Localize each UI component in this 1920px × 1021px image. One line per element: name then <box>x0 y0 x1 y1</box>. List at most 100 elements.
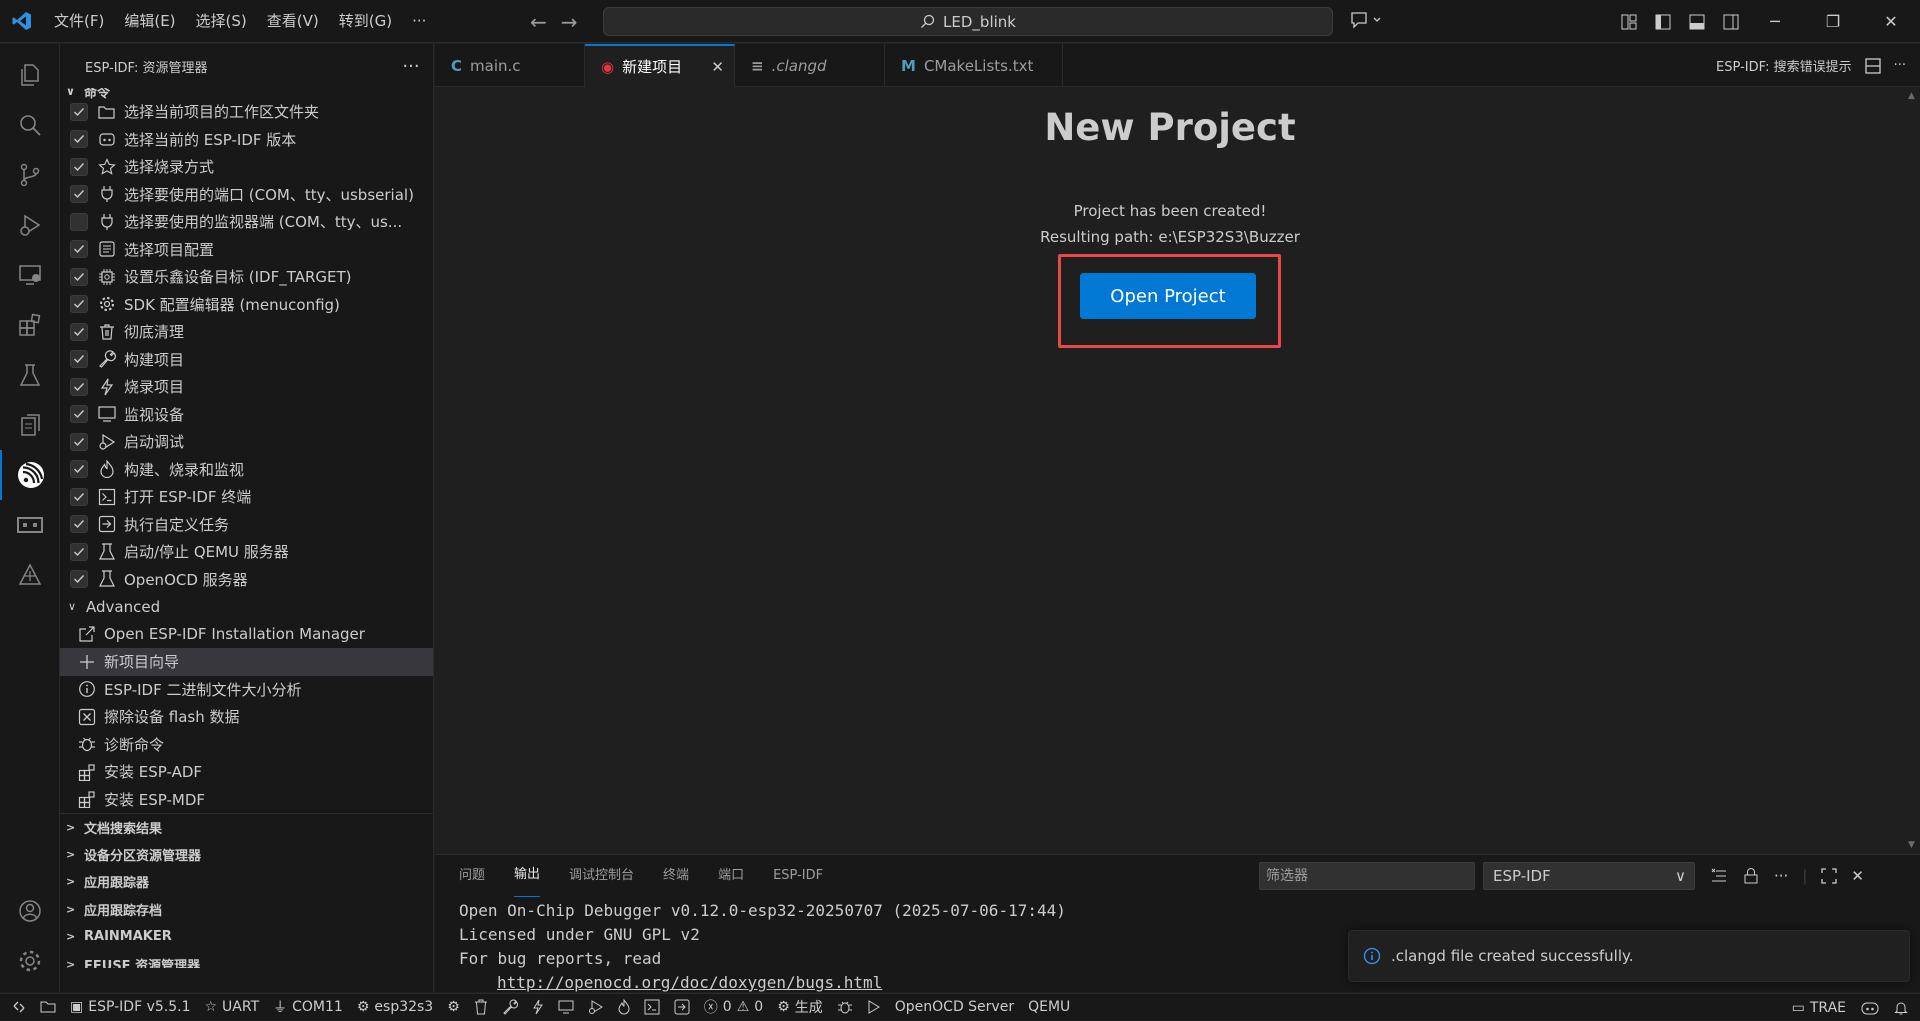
more-actions-icon[interactable]: ··· <box>1894 58 1906 73</box>
checkbox-checked-icon[interactable] <box>70 487 88 506</box>
command-item[interactable]: 选择当前的 ESP-IDF 版本 <box>60 126 433 154</box>
close-tab-icon[interactable]: ✕ <box>711 58 724 76</box>
debug-icon[interactable] <box>581 994 611 1021</box>
copilot-icon[interactable] <box>1853 994 1887 1021</box>
explorer-icon[interactable] <box>0 50 60 100</box>
collapsed-section[interactable]: > 文档搜索结果 <box>60 813 433 841</box>
lock-scroll-icon[interactable] <box>1742 867 1760 885</box>
more-actions-icon[interactable]: ··· <box>1774 867 1788 885</box>
command-item[interactable]: 选择当前项目的工作区文件夹 <box>60 98 433 126</box>
checkbox-checked-icon[interactable] <box>70 350 88 369</box>
manage-gear-icon[interactable] <box>0 936 60 986</box>
advanced-item[interactable]: 安装 ESP-MDF <box>60 786 433 814</box>
checkbox-checked-icon[interactable] <box>70 267 88 286</box>
section-commands[interactable]: ∨ 命令 <box>60 88 433 101</box>
forward-arrow-icon[interactable]: → <box>561 10 578 34</box>
toggle-panel-icon[interactable] <box>1688 13 1706 31</box>
minimize-icon[interactable]: ─ <box>1746 12 1804 31</box>
command-item[interactable]: 打开 ESP-IDF 终端 <box>60 483 433 511</box>
more-actions-icon[interactable]: ··· <box>389 56 433 77</box>
checkbox-checked-icon[interactable] <box>70 515 88 534</box>
command-item[interactable]: 烧录项目 <box>60 373 433 401</box>
open-project-button[interactable]: Open Project <box>1080 273 1256 319</box>
menu-file[interactable]: 文件(F) <box>44 0 114 43</box>
build-wrench-icon[interactable] <box>495 994 525 1021</box>
menu-edit[interactable]: 编辑(E) <box>114 0 185 43</box>
close-panel-icon[interactable]: ✕ <box>1851 867 1864 885</box>
chat-icon[interactable] <box>1350 10 1384 30</box>
collapsed-section[interactable]: > RAINMAKER <box>60 923 433 951</box>
tab-debug-console[interactable]: 调试控制台 <box>569 855 634 897</box>
checkbox-checked-icon[interactable] <box>70 185 88 204</box>
command-item[interactable]: 执行自定义任务 <box>60 511 433 539</box>
checkbox-checked-icon[interactable] <box>70 377 88 396</box>
checkbox-checked-icon[interactable] <box>70 542 88 561</box>
command-item[interactable]: 选择要使用的端口 (COM、tty、usbserial) <box>60 181 433 209</box>
extensions-view-icon[interactable] <box>0 300 60 350</box>
bug-icon[interactable] <box>830 994 860 1021</box>
status-target[interactable]: ⚙ esp32s3 <box>350 994 440 1021</box>
tab-output[interactable]: 输出 <box>514 855 541 897</box>
status-port[interactable]: ⏚ COM11 <box>266 994 350 1021</box>
ai-assistant-icon[interactable] <box>0 550 60 600</box>
command-item[interactable]: 启动调试 <box>60 428 433 456</box>
advanced-item[interactable]: 安装 ESP-ADF <box>60 758 433 786</box>
editor-scrollbar[interactable]: ▲ ▼ <box>1905 88 1920 853</box>
checkbox-checked-icon[interactable] <box>70 432 88 451</box>
advanced-item[interactable]: 擦除设备 flash 数据 <box>60 703 433 731</box>
run-icon[interactable] <box>860 994 888 1021</box>
toggle-primary-sidebar-icon[interactable] <box>1654 13 1672 31</box>
sdk-config-gear-icon[interactable]: ⚙ <box>440 994 467 1021</box>
run-debug-icon[interactable] <box>0 200 60 250</box>
workspace-folder-icon[interactable] <box>33 994 63 1021</box>
esp-idf-explorer-icon[interactable] <box>0 450 60 500</box>
maximize-panel-icon[interactable] <box>1821 868 1838 884</box>
command-item[interactable]: 选择烧录方式 <box>60 153 433 181</box>
notifications-bell-icon[interactable] <box>1887 994 1920 1021</box>
menu-more[interactable]: ··· <box>402 0 436 43</box>
problems-indicator[interactable]: ⓧ 0 ⚠ 0 <box>697 994 770 1021</box>
collapsed-section[interactable]: > 应用跟踪存档 <box>60 896 433 924</box>
checkbox-checked-icon[interactable] <box>70 157 88 176</box>
collapsed-section[interactable]: > EFUSE 资源管理器 <box>60 951 433 968</box>
split-editor-icon[interactable] <box>1864 57 1882 75</box>
tab-problems[interactable]: 问题 <box>459 855 485 897</box>
menu-selection[interactable]: 选择(S) <box>186 0 257 43</box>
advanced-item[interactable]: ESP-IDF 二进制文件大小分析 <box>60 676 433 704</box>
bug-report-link[interactable]: http://openocd.org/doc/doxygen/bugs.html <box>497 973 882 992</box>
checkbox-checked-icon[interactable] <box>70 240 88 259</box>
command-item[interactable]: SDK 配置编辑器 (menuconfig) <box>60 291 433 319</box>
tab-esp-idf[interactable]: ESP-IDF <box>773 855 823 897</box>
menu-go[interactable]: 转到(G) <box>329 0 402 43</box>
tab-terminal[interactable]: 终端 <box>663 855 689 897</box>
tab-new-project[interactable]: ◉ 新建项目 ✕ <box>585 44 735 87</box>
account-icon[interactable] <box>0 886 60 936</box>
output-filter-input[interactable]: 筛选器 <box>1259 862 1475 890</box>
device-board-icon[interactable] <box>0 500 60 550</box>
clipboard-tasks-icon[interactable] <box>0 400 60 450</box>
status-openocd[interactable]: OpenOCD Server <box>888 994 1021 1021</box>
testing-beaker-icon[interactable] <box>0 350 60 400</box>
toggle-secondary-sidebar-icon[interactable] <box>1722 13 1740 31</box>
command-item[interactable]: 选择项目配置 <box>60 236 433 264</box>
search-error-hint-button[interactable]: ESP-IDF: 搜索错误提示 <box>1716 56 1852 75</box>
checkbox-checked-icon[interactable] <box>70 295 88 314</box>
checkbox-checked-icon[interactable] <box>70 102 88 121</box>
checkbox-checked-icon[interactable] <box>70 460 88 479</box>
tab-clangd[interactable]: ≡ .clangd <box>735 44 885 87</box>
status-trae[interactable]: ▭ TRAE <box>1785 994 1853 1021</box>
command-item[interactable]: 构建、烧录和监视 <box>60 456 433 484</box>
advanced-item[interactable]: 新项目向导 <box>60 648 433 676</box>
command-item[interactable]: 设置乐鑫设备目标 (IDF_TARGET) <box>60 263 433 291</box>
status-idf-version[interactable]: ▣ ESP-IDF v5.5.1 <box>63 994 197 1021</box>
scroll-up-icon[interactable]: ▲ <box>1908 91 1915 101</box>
full-clean-trash-icon[interactable] <box>467 994 495 1021</box>
tab-cmakelists[interactable]: M CMakeLists.txt <box>885 44 1063 87</box>
section-advanced[interactable]: ∨ Advanced <box>60 593 433 621</box>
monitor-icon[interactable] <box>551 994 581 1021</box>
command-item[interactable]: 启动/停止 QEMU 服务器 <box>60 538 433 566</box>
tab-ports[interactable]: 端口 <box>718 855 744 897</box>
customize-layout-icon[interactable] <box>1620 13 1638 31</box>
collapsed-section[interactable]: > 应用跟踪器 <box>60 868 433 896</box>
remote-explorer-icon[interactable] <box>0 250 60 300</box>
